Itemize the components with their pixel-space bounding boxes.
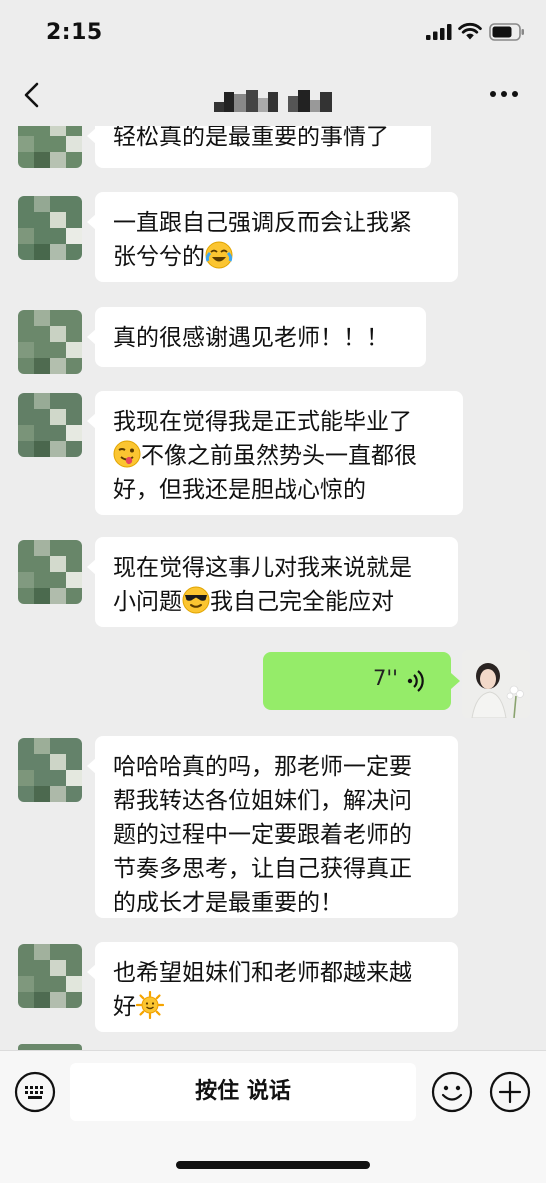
sun-face-emoji-icon bbox=[136, 991, 164, 1019]
message-list[interactable]: 轻松真的是最重要的事情了 一直跟自己强调反而会让我紧 张兮兮的 真的很感谢遇见老… bbox=[0, 126, 546, 1050]
message-bubble[interactable]: 现在觉得这事儿对我来说就是 小问题 我自己完全能应对 bbox=[87, 537, 458, 627]
contact-avatar[interactable] bbox=[18, 944, 82, 1008]
message-bubble[interactable]: 我现在觉得我是正式能毕业了 不像之前虽然势头一直都很 好，但我还是胆战心惊的 bbox=[87, 391, 463, 515]
contact-avatar[interactable] bbox=[18, 738, 82, 802]
contact-avatar[interactable] bbox=[18, 126, 82, 168]
contact-avatar[interactable] bbox=[18, 393, 82, 457]
message-text: 我自己完全能应对 bbox=[210, 589, 394, 615]
contact-avatar[interactable] bbox=[18, 310, 82, 374]
battery-icon bbox=[489, 23, 524, 41]
sunglasses-emoji-icon bbox=[182, 586, 210, 614]
voice-wave-icon bbox=[407, 670, 424, 692]
chevron-left-icon[interactable] bbox=[18, 80, 48, 110]
message-text: 好 bbox=[113, 994, 136, 1020]
plus-circle-icon[interactable] bbox=[489, 1071, 531, 1113]
more-dots-icon[interactable] bbox=[488, 84, 520, 104]
status-bar: 2:15 bbox=[0, 0, 546, 64]
message-text: 小问题 bbox=[113, 589, 182, 615]
cellular-signal-icon bbox=[426, 24, 452, 40]
message-bubble[interactable]: 哈哈哈真的吗，那老师一定要 帮我转达各位姐妹们，解决问 题的过程中一定要跟着老师… bbox=[87, 736, 458, 918]
input-bar: 按住 说话 bbox=[0, 1050, 546, 1183]
home-indicator[interactable] bbox=[176, 1161, 370, 1169]
hold-to-talk-button[interactable]: 按住 说话 bbox=[70, 1063, 416, 1121]
message-bubble[interactable]: 真的很感谢遇见老师！！！ bbox=[87, 307, 426, 367]
message-text: 题的过程中一定要跟着老师的 bbox=[113, 822, 412, 848]
message-bubble[interactable]: 一直跟自己强调反而会让我紧 张兮兮的 bbox=[87, 192, 458, 282]
message-text: 不像之前虽然势头一直都很 bbox=[141, 443, 417, 469]
message-text: 一直跟自己强调反而会让我紧 bbox=[113, 210, 412, 236]
chat-header bbox=[0, 64, 546, 126]
message-text: 真的很感谢遇见老师！！！ bbox=[113, 325, 389, 351]
contact-avatar[interactable] bbox=[18, 196, 82, 260]
message-text: 好，但我还是胆战心惊的 bbox=[113, 477, 366, 503]
message-text: 的成长才是最重要的！ bbox=[113, 890, 343, 916]
status-time: 2:15 bbox=[46, 20, 103, 45]
keyboard-icon[interactable] bbox=[14, 1071, 56, 1113]
contact-name-pixelated bbox=[214, 90, 332, 112]
message-text: 也希望姐妹们和老师都越来越 bbox=[113, 960, 412, 986]
message-text: 帮我转达各位姐妹们，解决问 bbox=[113, 788, 412, 814]
message-text: 张兮兮的 bbox=[113, 244, 205, 270]
message-bubble[interactable]: 轻松真的是最重要的事情了 bbox=[87, 126, 431, 168]
my-avatar[interactable] bbox=[462, 650, 530, 718]
winking-tongue-emoji-icon bbox=[113, 440, 141, 468]
message-bubble[interactable]: 也希望姐妹们和老师都越来越 好 bbox=[87, 942, 458, 1032]
smiley-icon[interactable] bbox=[431, 1071, 473, 1113]
contact-avatar[interactable] bbox=[18, 540, 82, 604]
voice-duration: 7'' bbox=[373, 666, 398, 690]
message-text: 哈哈哈真的吗，那老师一定要 bbox=[113, 754, 412, 780]
message-text: 我现在觉得我是正式能毕业了 bbox=[113, 409, 412, 435]
message-text: 节奏多思考，让自己获得真正 bbox=[113, 856, 412, 882]
voice-message-bubble[interactable]: 7'' bbox=[263, 652, 460, 710]
wifi-icon bbox=[458, 22, 482, 40]
tears-of-joy-emoji-icon bbox=[205, 241, 233, 269]
message-text: 轻松真的是最重要的事情了 bbox=[113, 126, 389, 150]
message-text: 现在觉得这事儿对我来说就是 bbox=[113, 555, 412, 581]
